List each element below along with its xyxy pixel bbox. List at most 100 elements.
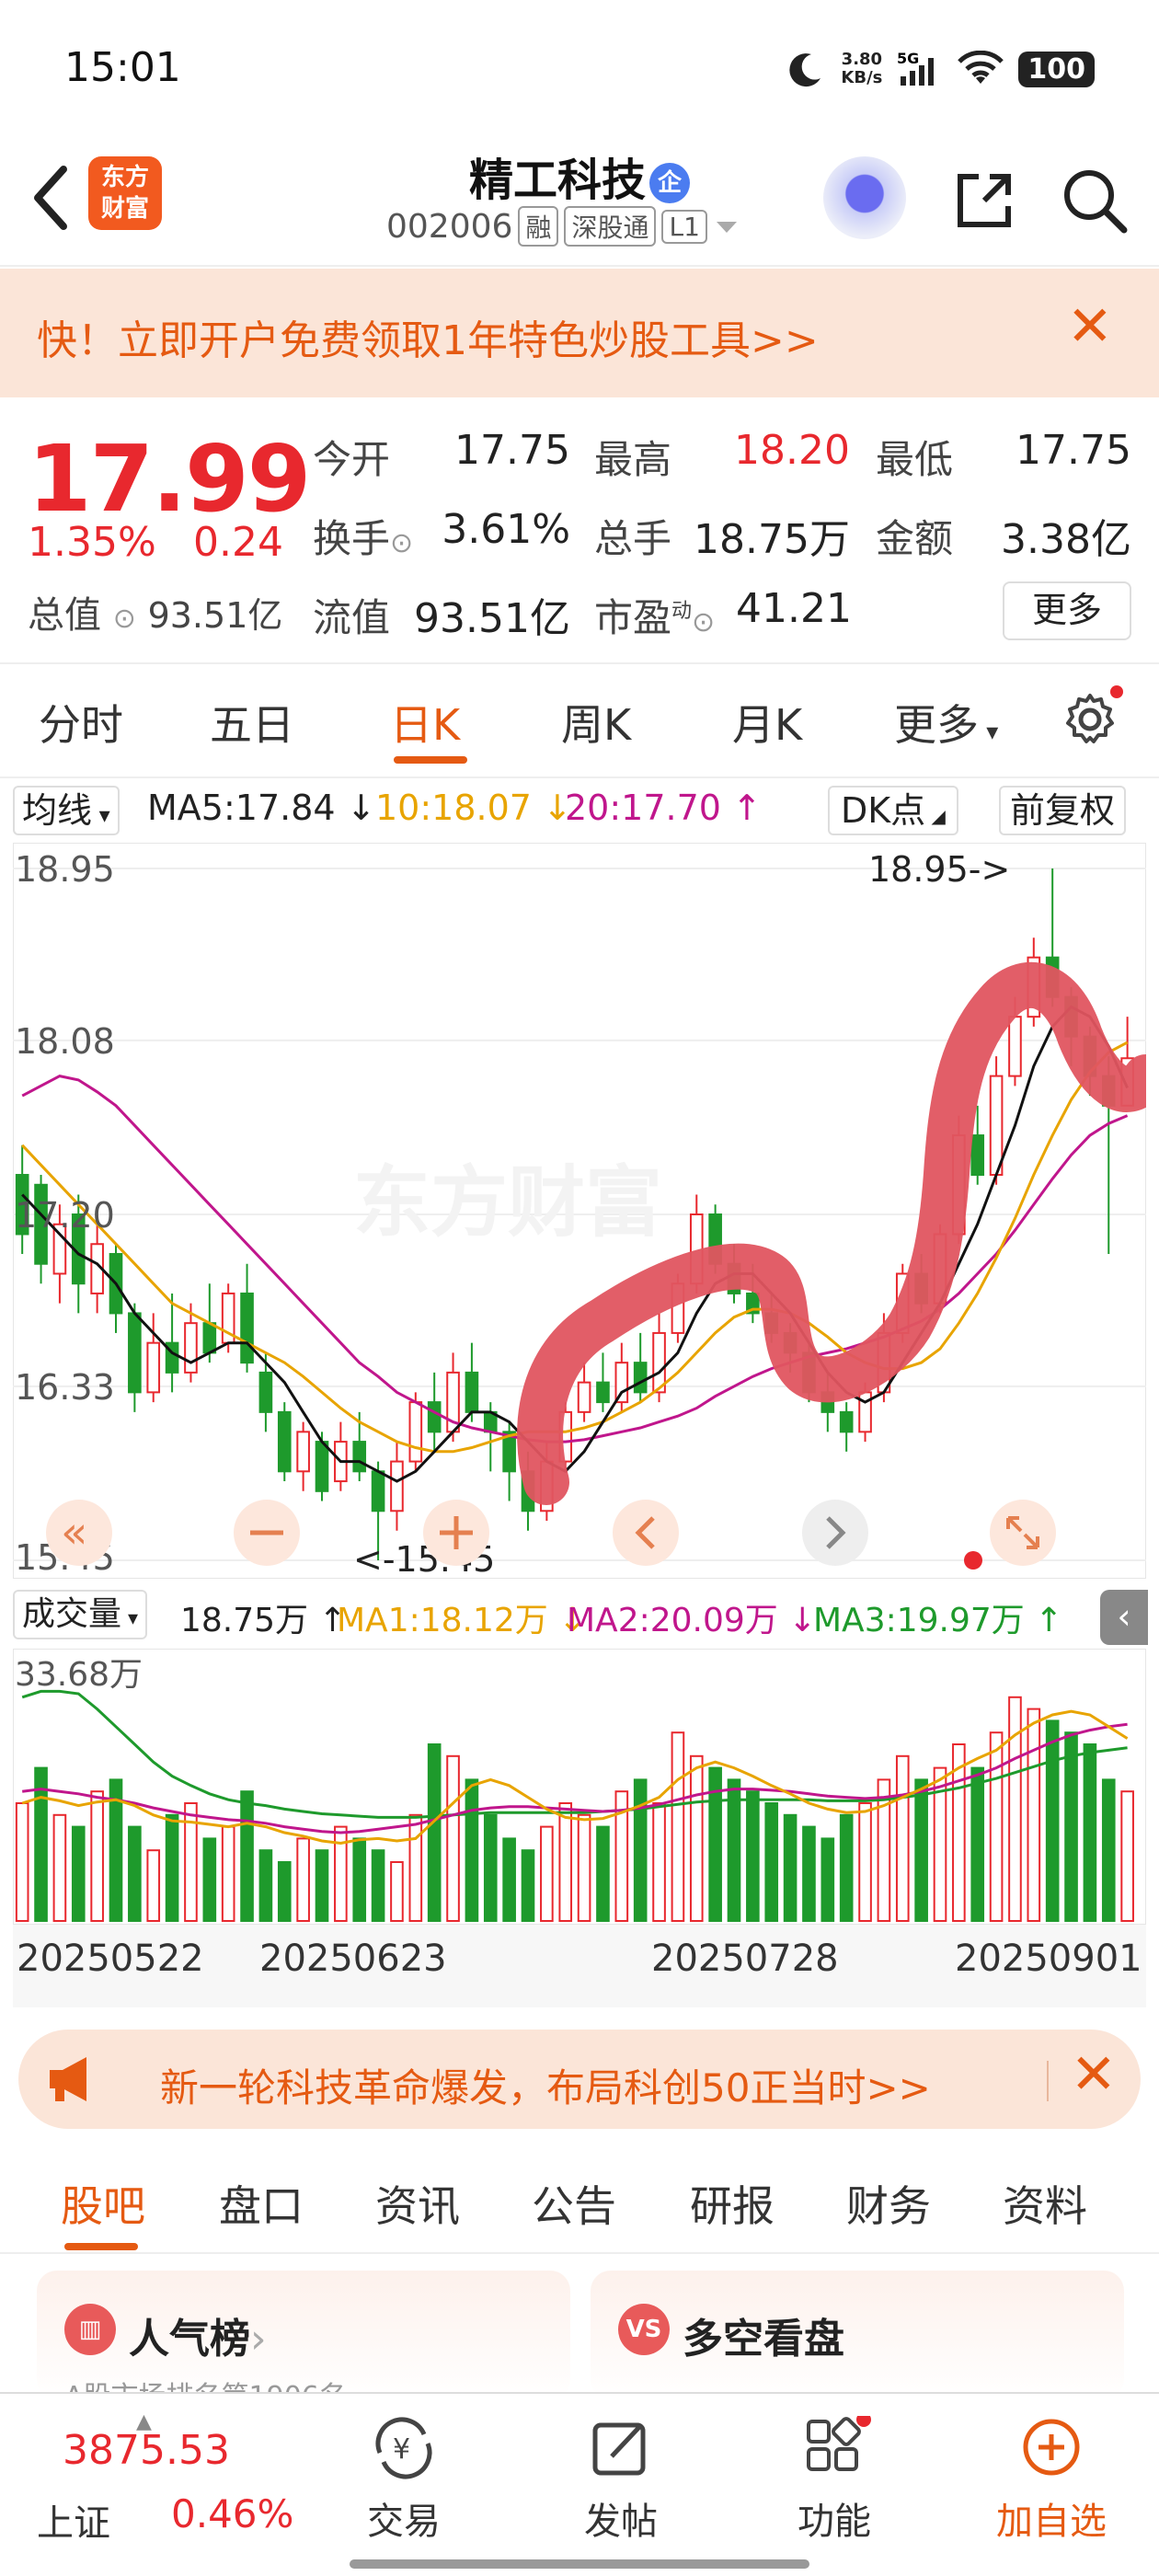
candle <box>296 1431 310 1473</box>
period-tabs: 分时 五日 日K 周K 月K 更多 ▾ <box>0 664 1159 778</box>
nav-add-watchlist[interactable]: 加自选 <box>973 2416 1130 2545</box>
nav-trade[interactable]: ¥ 交易 <box>326 2416 482 2545</box>
last-price: 17.99 <box>28 425 311 533</box>
share-icon[interactable] <box>947 164 1021 237</box>
volume-bar <box>1045 1719 1060 1923</box>
pe-label[interactable]: 市盈动⊙ <box>594 587 715 643</box>
y-ticks: 18.95 18.08 17.20 16.33 15.45 <box>15 849 115 1578</box>
volume-bar <box>783 1813 798 1922</box>
content-tabs: 股吧 盘口 资讯 公告 研报 财务 资料 <box>0 2144 1159 2254</box>
promo-banner-2-text: 新一轮科技革命爆发，布局科创50正当时>> <box>160 2065 931 2110</box>
volume-bar <box>52 1813 67 1922</box>
tab-monthly-k[interactable]: 月K <box>732 692 802 753</box>
tab-research[interactable]: 研报 <box>690 2173 775 2234</box>
turnover-value: 3.61% <box>442 506 570 553</box>
volume-bar <box>446 1754 460 1922</box>
index-name: 上证 <box>37 2502 110 2545</box>
y-tick-label: 16.33 <box>15 1367 115 1408</box>
volume-bar <box>258 1849 273 1922</box>
step-left-button[interactable] <box>613 1500 679 1566</box>
candle <box>989 1075 1004 1177</box>
total-market-value[interactable]: 总值 ⊙ 93.51亿 <box>28 585 282 638</box>
active-tab-indicator <box>64 2243 138 2250</box>
stock-code-row[interactable]: 002006 融 深股通 L1 <box>386 206 740 247</box>
notification-dot <box>964 1551 982 1570</box>
tab-weekly-k[interactable]: 周K <box>561 692 631 753</box>
kline-chart[interactable]: 东方财富 18.95 18.08 17.20 16.33 15.45 18.95… <box>13 843 1146 1579</box>
tab-order-book[interactable]: 盘口 <box>219 2173 304 2234</box>
search-icon[interactable] <box>1058 164 1131 237</box>
index-change: 0.46% <box>171 2491 294 2536</box>
robot-icon[interactable] <box>823 156 906 239</box>
promo-banner[interactable]: 快！立即开户免费领取1年特色炒股工具>> ✕ <box>0 269 1159 397</box>
volume-bar <box>1027 1708 1041 1922</box>
tag-connect: 深股通 <box>564 206 657 247</box>
candle <box>128 1312 142 1394</box>
candle <box>315 1441 329 1492</box>
volume-indicator-select[interactable]: 成交量 ▾ <box>13 1590 148 1639</box>
volume-bar <box>408 1813 423 1922</box>
bar-chart-icon: ▥ <box>64 2304 116 2355</box>
volume-current: 18.75万 ↑ <box>180 1602 347 1639</box>
change-percent: 1.35% <box>28 519 156 566</box>
tab-more-periods[interactable]: 更多 ▾ <box>894 692 998 753</box>
nav-functions[interactable]: 功能 <box>756 2416 912 2545</box>
candle <box>184 1322 198 1374</box>
tab-financials[interactable]: 财务 <box>846 2173 931 2234</box>
svg-text:¥: ¥ <box>393 2433 410 2466</box>
dk-point-button[interactable]: DK点 ◢ <box>828 786 958 835</box>
home-indicator[interactable] <box>350 2559 809 2569</box>
volume-ma1: MA1:18.12万 ↓ <box>337 1602 587 1639</box>
volume-bar <box>540 1825 554 1923</box>
tab-announcements[interactable]: 公告 <box>532 2173 616 2234</box>
promo-banner-2[interactable]: 新一轮科技革命爆发，布局科创50正当时>> ✕ <box>18 2030 1141 2129</box>
double-chevron-left-icon: « <box>61 1507 87 1558</box>
tab-daily-k[interactable]: 日K <box>390 692 460 753</box>
promo-banner-2-close-button[interactable]: ✕ <box>1071 2042 1117 2107</box>
gear-icon[interactable] <box>1060 684 1124 749</box>
signal-icon: 5G <box>897 51 935 86</box>
popularity-card[interactable]: ▥ 人气榜› A股市场排名第1906名 <box>37 2271 570 2399</box>
volume-value: 18.75万 <box>694 516 850 563</box>
back-button[interactable] <box>18 156 83 248</box>
tab-five-day[interactable]: 五日 <box>210 692 294 753</box>
low-label: 最低 <box>876 437 954 482</box>
turnover-label[interactable]: 换手⊙ <box>313 508 413 564</box>
popularity-title: 人气榜› <box>129 2316 267 2363</box>
volume-bar <box>296 1837 310 1922</box>
promo-close-button[interactable]: ✕ <box>1067 294 1113 359</box>
volume-bar <box>427 1743 442 1922</box>
grid-icon <box>807 2416 871 2471</box>
y-tick-label: 18.08 <box>15 1021 115 1062</box>
candle <box>839 1410 854 1433</box>
tab-profile[interactable]: 资料 <box>1003 2173 1087 2234</box>
tab-forum[interactable]: 股吧 <box>61 2173 145 2234</box>
app-logo[interactable]: 东方 财富 <box>88 156 162 230</box>
y-tick-label: 18.95 <box>15 849 115 890</box>
yuan-refresh-icon: ¥ <box>375 2417 432 2479</box>
tab-intraday[interactable]: 分时 <box>39 692 123 753</box>
indicator-select[interactable]: 均线 ▾ <box>13 786 120 835</box>
more-quote-button[interactable]: 更多 <box>1003 581 1131 640</box>
volume-ma3: MA3:19.97万 ↑ <box>813 1602 1063 1639</box>
amount-value: 3.38亿 <box>1001 516 1131 563</box>
adjust-button[interactable]: 前复权 <box>999 786 1127 835</box>
ma5-value: MA5:17.84 ↓ <box>147 788 376 828</box>
tag-level: L1 <box>661 209 707 244</box>
volume-bar <box>746 1790 760 1922</box>
vs-icon: VS <box>618 2304 670 2355</box>
collapse-panel-button[interactable]: ‹ <box>1100 1590 1148 1645</box>
index-value[interactable]: 3875.53 <box>63 2427 230 2474</box>
tab-news[interactable]: 资讯 <box>375 2173 460 2234</box>
add-circle-icon <box>1023 2419 1080 2476</box>
step-right-button[interactable] <box>802 1500 868 1566</box>
volume-chart[interactable]: 33.68万 <box>13 1649 1146 1925</box>
nav-post[interactable]: 发帖 <box>543 2416 699 2545</box>
candle <box>408 1401 423 1463</box>
wifi-icon <box>958 51 1004 84</box>
volume-bar <box>90 1790 104 1922</box>
edit-icon <box>592 2422 646 2476</box>
volume-bar <box>839 1813 854 1922</box>
fullscreen-button[interactable] <box>990 1500 1056 1566</box>
bull-bear-card[interactable]: VS 多空看盘 <box>591 2271 1124 2399</box>
